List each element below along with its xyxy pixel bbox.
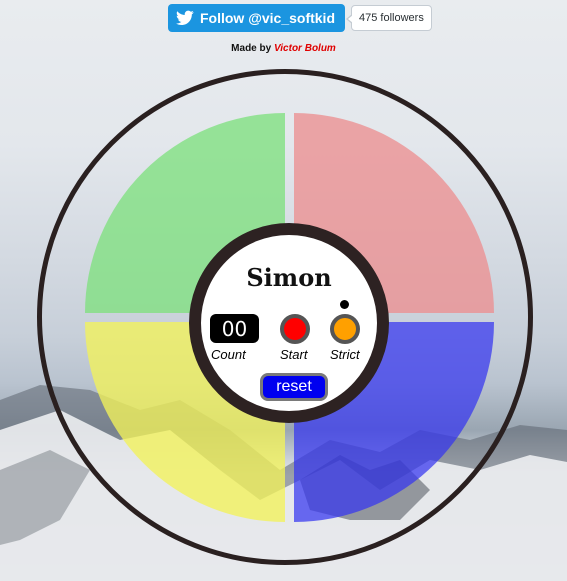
start-button[interactable] xyxy=(280,314,310,344)
start-label: Start xyxy=(280,347,308,362)
count-display: 00 xyxy=(210,314,259,343)
reset-button[interactable]: reset xyxy=(260,373,328,401)
strict-label: Strict xyxy=(330,347,360,362)
game-title: Simon xyxy=(246,263,332,292)
simon-game: Simon 00 Count Start Strict reset xyxy=(0,0,567,581)
strict-indicator-led xyxy=(340,300,349,309)
strict-button[interactable] xyxy=(330,314,360,344)
count-label: Count xyxy=(211,347,246,362)
control-panel: Simon 00 Count Start Strict reset xyxy=(189,223,389,423)
